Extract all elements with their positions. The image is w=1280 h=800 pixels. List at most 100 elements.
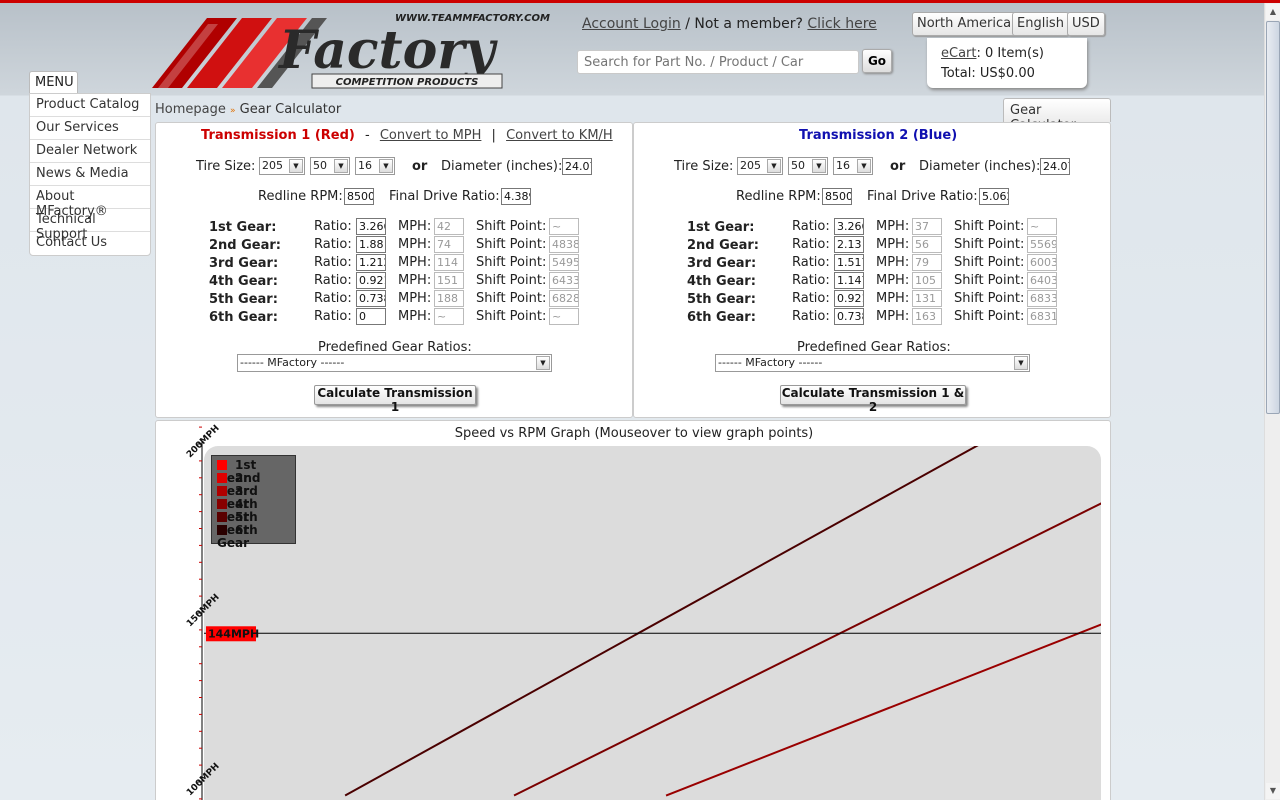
convert-mph-link[interactable]: Convert to MPH [380, 128, 482, 143]
convert-kmh-link[interactable]: Convert to KM/H [506, 128, 613, 143]
gear-ratio-input[interactable]: 1.88 [356, 236, 386, 253]
mfactory-logo[interactable]: Factory WWW.TEAMMFACTORY.COM COMPETITION… [152, 8, 552, 92]
legend-swatch [217, 512, 227, 522]
search-go-button[interactable]: Go [862, 49, 892, 73]
gear-mph-output: 114 [434, 254, 464, 271]
gear-ratio-input[interactable]: 3.266 [834, 218, 864, 235]
predefined-label: Predefined Gear Ratios: [318, 340, 472, 355]
search-input[interactable] [577, 50, 859, 74]
gear-mph-output: 79 [912, 254, 942, 271]
dropdown-arrow-icon: ▼ [857, 159, 871, 173]
scroll-down-arrow-icon[interactable]: ▼ [1266, 783, 1280, 799]
ratio-label: Ratio: [314, 219, 352, 234]
mph-label: MPH: [876, 255, 910, 270]
speed-rpm-graph: Speed vs RPM Graph (Mouseover to view gr… [155, 420, 1111, 800]
ratio-label: Ratio: [314, 273, 352, 288]
menu-item-product-catalog[interactable]: Product Catalog [30, 94, 150, 117]
tire-aspect-select[interactable]: 50 ▼ [788, 157, 828, 175]
calculate-transmission-1-2-button[interactable]: Calculate Transmission 1 & 2 [780, 385, 966, 414]
ecart-link[interactable]: eCart [941, 46, 976, 61]
gear-calculator-tab[interactable]: Gear Calculator [1003, 98, 1111, 133]
gear-series-line[interactable] [513, 485, 1101, 797]
graph-lines: 144MPH [204, 446, 1101, 797]
gear-series-line[interactable] [665, 610, 1101, 797]
calculate-transmission-1-button[interactable]: Calculate Transmission 1 [314, 385, 476, 414]
side-menu: Product Catalog Our Services Dealer Netw… [29, 93, 151, 256]
title-pipe: | [491, 128, 496, 143]
svg-text:Factory: Factory [277, 20, 499, 81]
shift-point-label: Shift Point: [954, 309, 1025, 324]
menu-item-technical-support[interactable]: Technical Support [30, 209, 150, 242]
breadcrumb-home[interactable]: Homepage [155, 102, 226, 117]
diameter-input[interactable]: 24.07 [562, 158, 592, 175]
title-dash: - [365, 128, 370, 143]
language-selector[interactable]: English [1012, 12, 1069, 36]
gear-series-line[interactable] [344, 446, 1101, 797]
tire-rim-select[interactable]: 16 ▼ [355, 157, 395, 175]
dropdown-arrow-icon: ▼ [767, 159, 781, 173]
menu-tab[interactable]: MENU [29, 71, 78, 93]
menu-item-news-media[interactable]: News & Media [30, 163, 150, 186]
gear-mph-output: 105 [912, 272, 942, 289]
transmission-1-title: Transmission 1 (Red) [201, 128, 355, 143]
gear-ratio-input[interactable]: 2.13 [834, 236, 864, 253]
register-link[interactable]: Click here [807, 16, 876, 32]
mph-label: MPH: [876, 219, 910, 234]
final-drive-input[interactable]: 5.062 [979, 188, 1009, 205]
ratio-label: Ratio: [792, 309, 830, 324]
currency-selector[interactable]: USD [1067, 12, 1105, 36]
gear-ratio-input[interactable]: 0.921 [356, 272, 386, 289]
not-member-text: / Not a member? [685, 16, 803, 32]
tire-size-label: Tire Size: [196, 159, 256, 174]
shift-point-label: Shift Point: [476, 237, 547, 252]
gear-ratio-input[interactable]: 1.517 [834, 254, 864, 271]
scrollbar-thumb[interactable] [1266, 21, 1280, 414]
legend-item: 6th Gear [217, 524, 290, 550]
gear-ratio-input[interactable]: 0 [356, 308, 386, 325]
final-drive-input[interactable]: 4.389 [501, 188, 531, 205]
page-scrollbar[interactable]: ▲ ▼ [1264, 3, 1280, 800]
account-login-link[interactable]: Account Login [582, 16, 681, 32]
tire-width-select[interactable]: 205 ▼ [259, 157, 305, 175]
graph-title: Speed vs RPM Graph (Mouseover to view gr… [454, 426, 814, 441]
tire-aspect-select[interactable]: 50 ▼ [310, 157, 350, 175]
mph-label: MPH: [876, 309, 910, 324]
redline-input[interactable]: 8500 [344, 188, 374, 205]
gear-ratio-input[interactable]: 1.147 [834, 272, 864, 289]
ratio-label: Ratio: [792, 273, 830, 288]
gear-mph-output: 151 [434, 272, 464, 289]
graph-plot-area[interactable]: 144MPH [204, 446, 1101, 800]
tire-rim-select[interactable]: 16 ▼ [833, 157, 873, 175]
gear-ratio-input[interactable]: 1.212 [356, 254, 386, 271]
menu-item-contact-us[interactable]: Contact Us [30, 232, 150, 255]
redline-input[interactable]: 8500 [822, 188, 852, 205]
gear-ratio-input[interactable]: 3.266 [356, 218, 386, 235]
shift-point-label: Shift Point: [954, 255, 1025, 270]
gear-ratio-input[interactable]: 0.921 [834, 290, 864, 307]
mph-label: MPH: [876, 273, 910, 288]
mph-label: MPH: [398, 255, 432, 270]
dropdown-arrow-icon: ▼ [379, 159, 393, 173]
gear-shift-point-output: 6833 [1027, 290, 1057, 307]
gear-mph-output: 188 [434, 290, 464, 307]
gear-ratio-input[interactable]: 0.738 [834, 308, 864, 325]
gear-shift-point-output: 5495 [549, 254, 579, 271]
predefined-ratios-select[interactable]: ------ MFactory ------ ▼ [715, 354, 1030, 372]
or-label: or [890, 159, 906, 174]
shift-point-label: Shift Point: [476, 255, 547, 270]
ratio-label: Ratio: [314, 255, 352, 270]
menu-item-dealer-network[interactable]: Dealer Network [30, 140, 150, 163]
final-drive-label: Final Drive Ratio: [389, 189, 500, 204]
gear-shift-point-output: 5569 [1027, 236, 1057, 253]
region-selector[interactable]: North America [912, 12, 1017, 36]
mph-label: MPH: [398, 237, 432, 252]
scroll-up-arrow-icon[interactable]: ▲ [1266, 4, 1280, 20]
diameter-input[interactable]: 24.07 [1040, 158, 1070, 175]
tire-width-select[interactable]: 205 ▼ [737, 157, 783, 175]
predefined-ratios-select[interactable]: ------ MFactory ------ ▼ [237, 354, 552, 372]
gear-ratio-input[interactable]: 0.738 [356, 290, 386, 307]
menu-item-about[interactable]: About MFactory® [30, 186, 150, 219]
dropdown-arrow-icon: ▼ [536, 356, 550, 370]
menu-item-our-services[interactable]: Our Services [30, 117, 150, 140]
ratio-label: Ratio: [792, 237, 830, 252]
